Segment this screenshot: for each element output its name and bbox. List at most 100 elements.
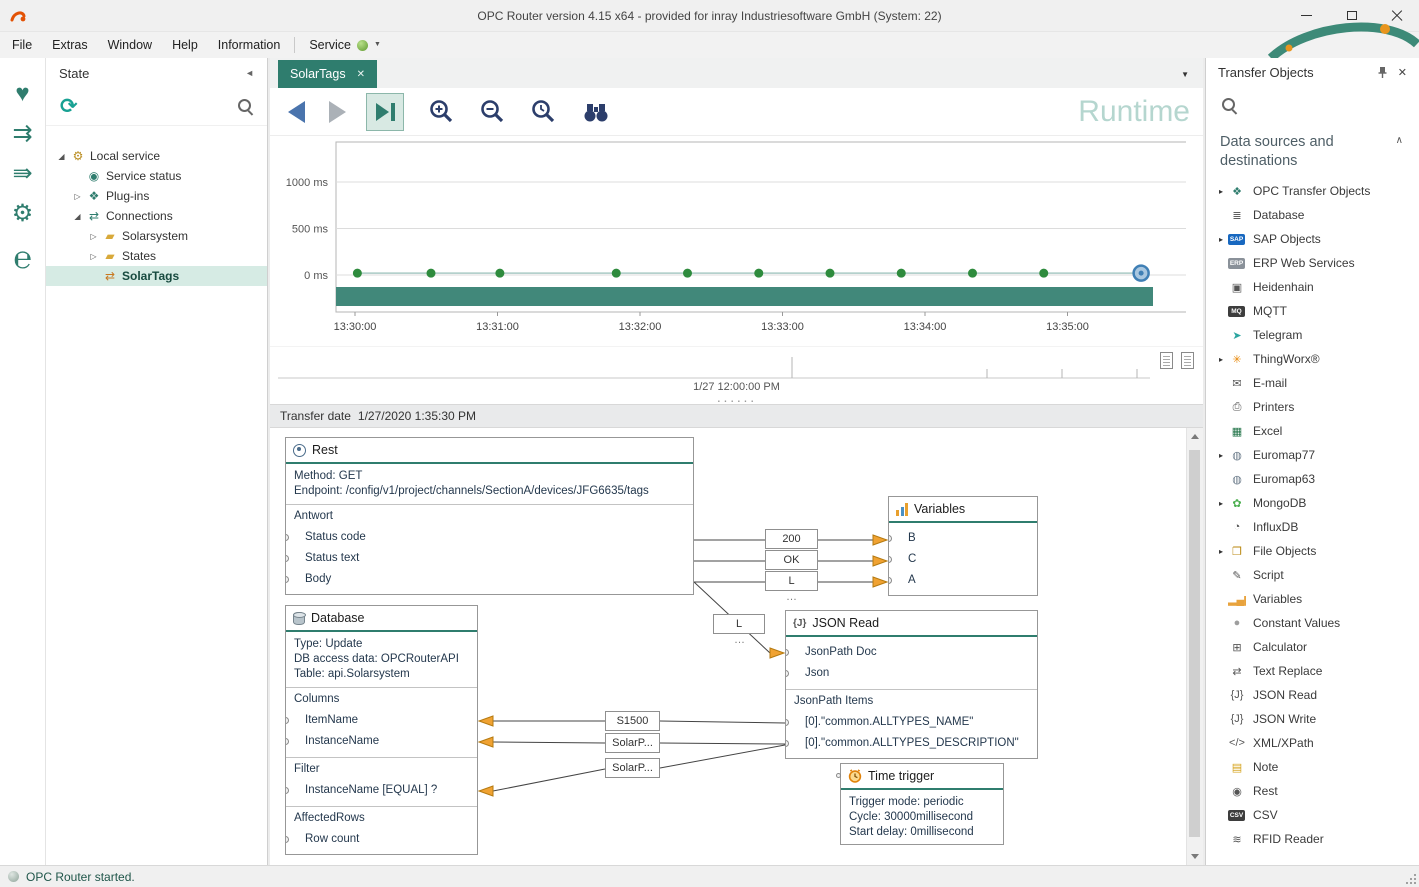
tree-item-service-status[interactable]: ◉Service status	[46, 166, 267, 186]
tree-expander-icon[interactable]: ▷	[86, 232, 101, 241]
node-port[interactable]: Row count	[286, 829, 477, 850]
menu-item-extras[interactable]: Extras	[42, 32, 97, 58]
tree-item-connections[interactable]: ◢⇄Connections	[46, 206, 267, 226]
tab-close-icon[interactable]: ✕	[357, 69, 365, 80]
collapse-chevron-icon[interactable]: ∧	[1396, 135, 1403, 146]
runtime-chart[interactable]: 1000 ms500 ms0 ms13:30:0013:31:0013:32:0…	[270, 140, 1186, 342]
timeline-page-icon[interactable]	[1181, 352, 1194, 369]
transfer-object-calculator[interactable]: ⊞Calculator	[1206, 635, 1419, 659]
nav-forward-button[interactable]	[329, 101, 346, 123]
tree-expander-icon[interactable]: ◢	[70, 212, 85, 221]
section-data-sources[interactable]: Data sources and destinations ∧	[1220, 133, 1407, 171]
transfer-object-influxdb[interactable]: ◔InfluxDB	[1206, 515, 1419, 539]
scroll-down-icon[interactable]	[1187, 848, 1203, 865]
expand-arrow-icon[interactable]: ▸	[1214, 355, 1228, 364]
menu-item-help[interactable]: Help	[162, 32, 208, 58]
time-trigger-node[interactable]: Time trigger Trigger mode: periodicCycle…	[840, 763, 1004, 845]
node-port[interactable]: InstanceName	[286, 731, 477, 752]
canvas-scrollbar[interactable]	[1186, 428, 1203, 865]
pin-icon[interactable]	[1377, 66, 1388, 79]
node-port[interactable]: Status text	[286, 548, 693, 569]
panel-close-icon[interactable]: ✕	[1398, 66, 1407, 79]
expand-arrow-icon[interactable]: ▸	[1214, 499, 1228, 508]
transfer-object-heidenhain[interactable]: ▣Heidenhain	[1206, 275, 1419, 299]
database-node[interactable]: Database Type: UpdateDB access data: OPC…	[285, 605, 478, 855]
menu-item-service[interactable]: Service ▼	[299, 32, 391, 58]
transfer-object-note[interactable]: ▤Note	[1206, 755, 1419, 779]
template-connections-icon[interactable]: ⇛	[12, 162, 32, 186]
transfer-object-mongodb[interactable]: ▸✿MongoDB	[1206, 491, 1419, 515]
tree-expander-icon[interactable]: ▷	[86, 252, 101, 261]
node-port[interactable]: Status code	[286, 527, 693, 548]
splitter-grip[interactable]	[717, 392, 757, 408]
node-port[interactable]: A	[889, 570, 1037, 591]
menu-item-information[interactable]: Information	[208, 32, 291, 58]
tree-item-states[interactable]: ▷▰States	[46, 246, 267, 266]
transfer-object-excel[interactable]: ▦Excel	[1206, 419, 1419, 443]
opc-router-logo-icon[interactable]: ℮	[13, 242, 32, 273]
transfer-object-script[interactable]: ✎Script	[1206, 563, 1419, 587]
transfer-object-file-objects[interactable]: ▸❐File Objects	[1206, 539, 1419, 563]
transfer-object-csv[interactable]: CSVCSV	[1206, 803, 1419, 827]
transfer-object-variables[interactable]: ▂▄▆Variables	[1206, 587, 1419, 611]
menu-item-window[interactable]: Window	[98, 32, 162, 58]
timeline-scrubber[interactable]: 1/27 12:00:00 PM	[270, 346, 1203, 404]
tab-list-dropdown-icon[interactable]: ▼	[1181, 70, 1189, 79]
json-read-node[interactable]: {J} JSON Read JsonPath DocJsonJsonPath I…	[785, 610, 1038, 759]
zoom-in-button[interactable]	[428, 98, 455, 125]
flow-canvas[interactable]: Rest Method: GETEndpoint: /config/v1/pro…	[270, 428, 1203, 865]
tree-expander-icon[interactable]: ◢	[54, 152, 69, 161]
transfer-object-telegram[interactable]: ➤Telegram	[1206, 323, 1419, 347]
tree-item-local-service[interactable]: ◢⚙Local service	[46, 146, 267, 166]
transfer-object-sap-objects[interactable]: ▸SAPSAP Objects	[1206, 227, 1419, 251]
node-port[interactable]: B	[889, 528, 1037, 549]
search-icon[interactable]	[1222, 98, 1237, 113]
transfer-object-euromap63[interactable]: ◍Euromap63	[1206, 467, 1419, 491]
node-port[interactable]: [0]."common.ALLTYPES_DESCRIPTION"	[786, 733, 1037, 754]
refresh-icon[interactable]: ⟳	[60, 96, 78, 117]
search-transfers-button[interactable]	[581, 100, 611, 124]
node-port[interactable]: [0]."common.ALLTYPES_NAME"	[786, 712, 1037, 733]
zoom-out-button[interactable]	[479, 98, 506, 125]
tree-item-solarsystem[interactable]: ▷▰Solarsystem	[46, 226, 267, 246]
transfer-object-rest[interactable]: ◉Rest	[1206, 779, 1419, 803]
tab-solartags[interactable]: SolarTags ✕	[278, 60, 377, 88]
transfer-object-json-write[interactable]: {J}JSON Write	[1206, 707, 1419, 731]
search-icon[interactable]	[238, 99, 253, 114]
maximize-button[interactable]	[1329, 0, 1374, 31]
minimize-button[interactable]	[1284, 0, 1329, 31]
node-port[interactable]: ItemName	[286, 710, 477, 731]
transfer-object-json-read[interactable]: {J}JSON Read	[1206, 683, 1419, 707]
node-port[interactable]: InstanceName [EQUAL] ?	[286, 780, 477, 801]
transfer-object-e-mail[interactable]: ✉E-mail	[1206, 371, 1419, 395]
service-dropdown-caret-icon[interactable]: ▼	[374, 32, 381, 58]
transfer-object-erp-web-services[interactable]: ERPERP Web Services	[1206, 251, 1419, 275]
transfer-object-mqtt[interactable]: MQMQTT	[1206, 299, 1419, 323]
scrollbar-thumb[interactable]	[1189, 450, 1200, 837]
connections-list-icon[interactable]: ⇉	[12, 122, 32, 146]
expand-arrow-icon[interactable]: ▸	[1214, 187, 1228, 196]
expand-arrow-icon[interactable]: ▸	[1214, 235, 1228, 244]
node-port[interactable]: Json	[786, 663, 1037, 684]
scroll-up-icon[interactable]	[1187, 428, 1203, 445]
panel-collapse-icon[interactable]: ◄	[245, 68, 254, 78]
menu-item-file[interactable]: File	[2, 32, 42, 58]
transfer-object-text-replace[interactable]: ⇄Text Replace	[1206, 659, 1419, 683]
expand-arrow-icon[interactable]: ▸	[1214, 451, 1228, 460]
transfer-object-thingworx[interactable]: ▸✳ThingWorx®	[1206, 347, 1419, 371]
transfer-object-opc-transfer-objects[interactable]: ▸❖OPC Transfer Objects	[1206, 179, 1419, 203]
transfer-heart-icon[interactable]: ♥	[15, 82, 29, 106]
timeline-page-icon[interactable]	[1160, 352, 1173, 369]
jump-to-latest-button[interactable]	[366, 93, 404, 131]
tree-expander-icon[interactable]: ▷	[70, 192, 85, 201]
plugin-package-icon[interactable]: ⚙	[12, 202, 34, 226]
transfer-object-euromap77[interactable]: ▸◍Euromap77	[1206, 443, 1419, 467]
runtime-chart-region[interactable]: 1000 ms500 ms0 ms13:30:0013:31:0013:32:0…	[270, 136, 1203, 346]
rest-node[interactable]: Rest Method: GETEndpoint: /config/v1/pro…	[285, 437, 694, 595]
node-port[interactable]: JsonPath Doc	[786, 642, 1037, 663]
zoom-time-range-button[interactable]	[530, 98, 557, 125]
transfer-object-constant-values[interactable]: ●Constant Values	[1206, 611, 1419, 635]
expand-arrow-icon[interactable]: ▸	[1214, 547, 1228, 556]
transfer-object-xml-xpath[interactable]: </>XML/XPath	[1206, 731, 1419, 755]
transfer-object-printers[interactable]: ⎙Printers	[1206, 395, 1419, 419]
